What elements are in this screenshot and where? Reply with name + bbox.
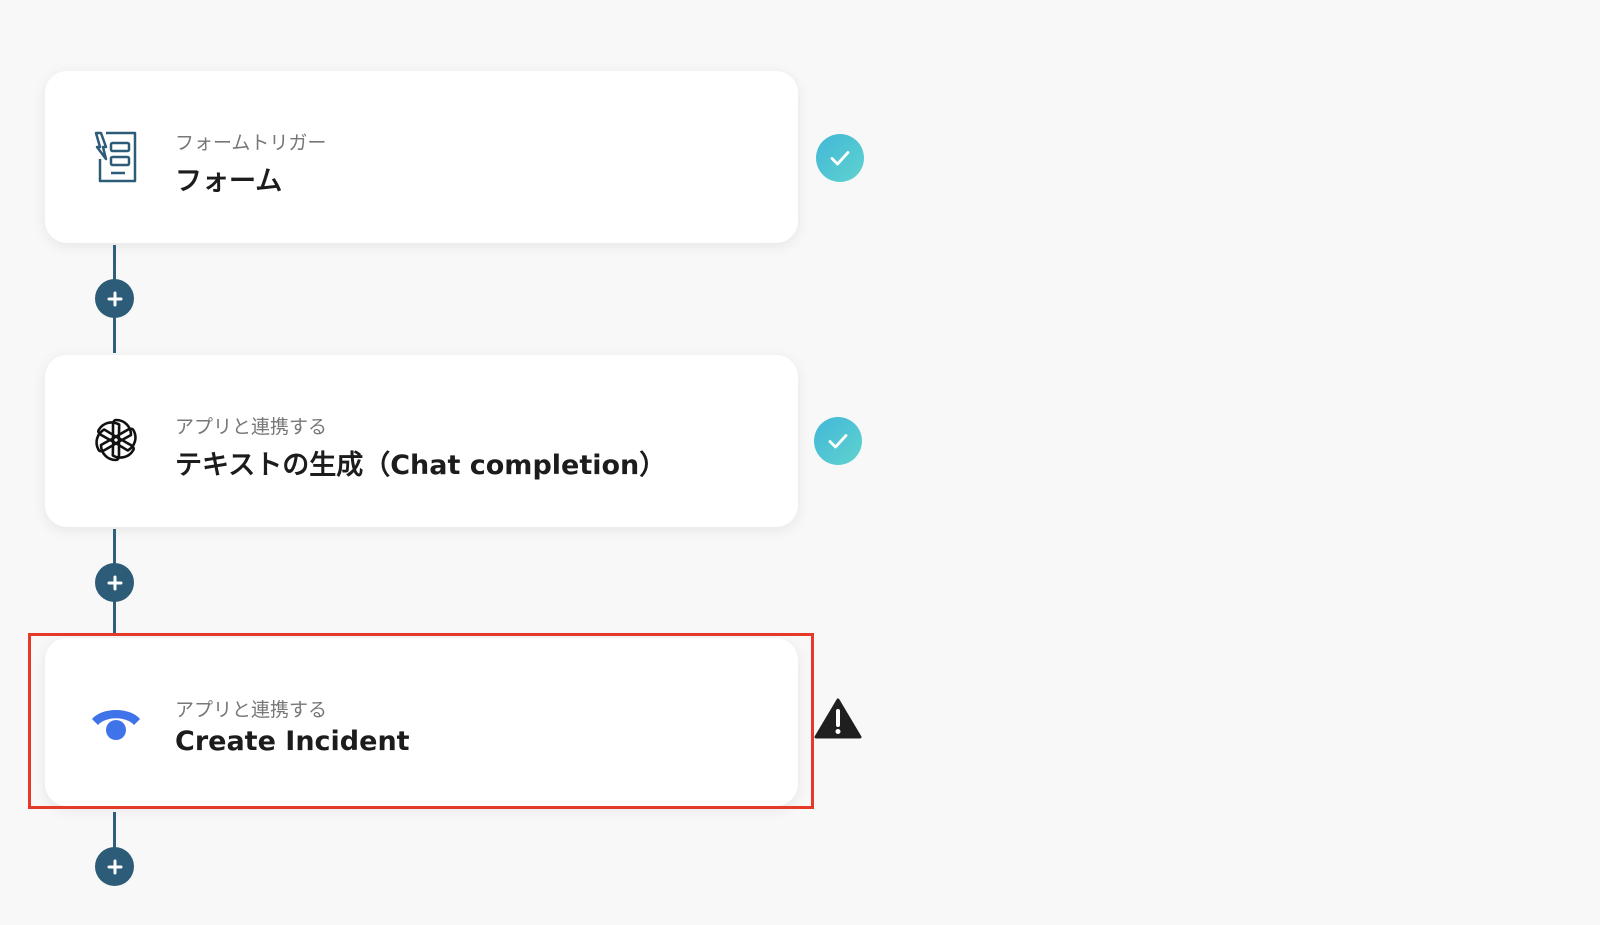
step-title: フォーム xyxy=(175,166,283,197)
step-subtitle: アプリと連携する xyxy=(175,416,328,438)
step-card-chat-completion[interactable]: アプリと連携する テキストの生成（Chat completion） xyxy=(45,355,798,527)
form-trigger-icon xyxy=(87,127,145,185)
step-subtitle: アプリと連携する xyxy=(175,699,328,721)
add-step-button[interactable] xyxy=(95,563,134,602)
plus-icon xyxy=(107,575,122,590)
plus-icon xyxy=(107,291,122,306)
status-complete-icon xyxy=(816,134,864,182)
warning-icon xyxy=(814,695,862,743)
plus-icon xyxy=(107,859,122,874)
step-title: Create Incident xyxy=(175,726,410,757)
step-subtitle: フォームトリガー xyxy=(175,132,327,154)
step-title: テキストの生成（Chat completion） xyxy=(175,450,667,481)
add-step-button[interactable] xyxy=(95,847,134,886)
step-card-create-incident[interactable]: アプリと連携する Create Incident xyxy=(45,638,798,806)
openai-icon xyxy=(87,411,145,469)
statuspage-icon xyxy=(87,694,145,752)
status-complete-icon xyxy=(814,417,862,465)
workflow-canvas: フォームトリガー フォーム アプリと連携する テキストの生成（Chat comp… xyxy=(0,0,1600,925)
step-card-form-trigger[interactable]: フォームトリガー フォーム xyxy=(45,71,798,243)
add-step-button[interactable] xyxy=(95,279,134,318)
